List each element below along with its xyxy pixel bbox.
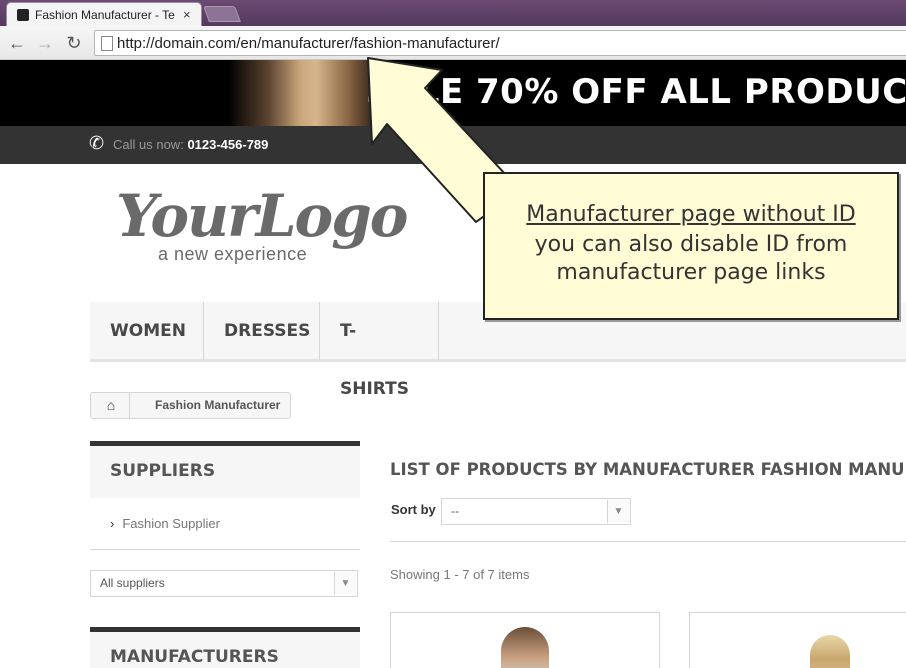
showing-count: Showing 1 - 7 of 7 items [390, 567, 530, 582]
forward-button[interactable]: → [34, 32, 56, 54]
browser-tabstrip: Fashion Manufacturer - Te × [0, 0, 906, 26]
suppliers-title: SUPPLIERS [90, 441, 360, 498]
page-heading: LIST OF PRODUCTS BY MANUFACTURER FASHION… [390, 460, 906, 479]
home-icon[interactable]: ⌂ [91, 393, 131, 418]
callout-line-2: you can also disable ID from [534, 232, 848, 257]
logo-tagline: a new experience [158, 244, 308, 264]
menu-item-tshirts[interactable]: T-SHIRTS [320, 302, 439, 399]
supplier-link[interactable]: Fashion Supplier [122, 516, 220, 531]
suppliers-list: › Fashion Supplier [90, 498, 360, 550]
breadcrumb-separator [129, 393, 143, 418]
browser-tab[interactable]: Fashion Manufacturer - Te × [6, 2, 202, 26]
breadcrumb: ⌂ Fashion Manufacturer [90, 392, 291, 419]
product-card[interactable] [390, 612, 660, 668]
promo-banner[interactable]: SALE 70% OFF ALL PRODUCTS [0, 60, 906, 126]
product-image[interactable] [810, 635, 850, 668]
tab-title: Fashion Manufacturer - Te [35, 7, 175, 22]
suppliers-select-value: All suppliers [100, 576, 165, 590]
site-logo[interactable]: YourLogo a new experience [116, 182, 408, 274]
menu-item-women[interactable]: WOMEN [90, 302, 204, 360]
chevron-right-icon: › [110, 516, 115, 531]
new-tab-button[interactable] [203, 6, 241, 22]
product-image[interactable] [501, 627, 549, 668]
chevron-down-icon: ▼ [334, 572, 356, 595]
sort-select-value: -- [451, 504, 459, 518]
logo-text: YourLogo [116, 182, 408, 250]
suppliers-select[interactable]: All suppliers ▼ [90, 570, 358, 597]
sort-select[interactable]: -- ▼ [441, 498, 631, 525]
sort-label: Sort by [391, 502, 436, 517]
chevron-down-icon: ▼ [607, 500, 629, 523]
divider [390, 541, 906, 542]
call-label: Call us now: [113, 137, 184, 152]
banner-model-image [228, 60, 388, 126]
callout-line-1: Manufacturer page without ID [526, 202, 856, 227]
annotation-callout: Manufacturer page without ID you can als… [483, 172, 899, 320]
manufacturers-block: MANUFACTURERS [90, 627, 360, 668]
page: Fashion Manufacturer - Te × ← → ↻ http:/… [0, 0, 906, 668]
url-text: http://domain.com/en/manufacturer/fashio… [117, 34, 500, 52]
call-us-text: Call us now: 0123-456-789 [113, 137, 268, 152]
page-icon [101, 35, 113, 51]
callout-line-3: manufacturer page links [556, 260, 826, 285]
product-card[interactable] [689, 612, 906, 668]
back-button[interactable]: ← [6, 32, 28, 54]
address-bar[interactable]: http://domain.com/en/manufacturer/fashio… [94, 30, 906, 56]
favicon-icon [17, 8, 29, 21]
tab-close-icon[interactable]: × [183, 7, 191, 22]
suppliers-block: SUPPLIERS › Fashion Supplier [90, 441, 360, 550]
menu-item-dresses[interactable]: DRESSES [204, 302, 320, 360]
phone-number: 0123-456-789 [187, 137, 269, 152]
call-bar: ✆ Call us now: 0123-456-789 [0, 126, 906, 164]
banner-text: SALE 70% OFF ALL PRODUCTS [366, 72, 906, 112]
phone-icon: ✆ [89, 133, 105, 153]
manufacturers-title: MANUFACTURERS [90, 627, 360, 668]
browser-toolbar: ← → ↻ http://domain.com/en/manufacturer/… [0, 26, 906, 60]
breadcrumb-current: Fashion Manufacturer [155, 398, 281, 412]
reload-button[interactable]: ↻ [63, 32, 85, 54]
